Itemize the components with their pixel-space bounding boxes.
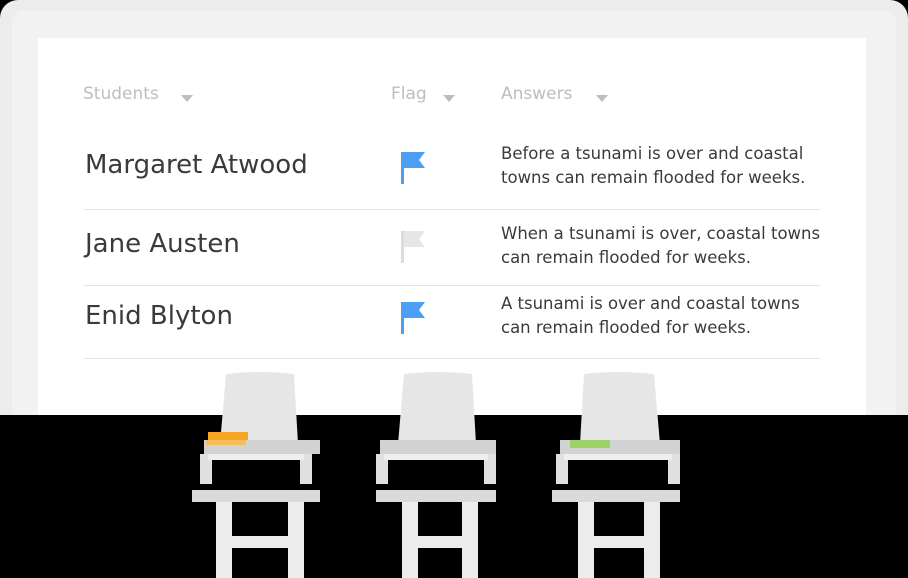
answer-line: Before a tsunami is over and coastal <box>501 144 804 163</box>
flag-outline-icon[interactable] <box>399 229 427 263</box>
answer-line: A tsunami is over and coastal towns <box>501 294 800 313</box>
student-answer: When a tsunami is over, coastal towns ca… <box>501 222 831 270</box>
students-column-header[interactable]: Students <box>83 84 193 104</box>
flag-header-label: Flag <box>391 84 427 104</box>
answer-line: can remain flooded for weeks. <box>501 248 751 267</box>
flag-icon[interactable] <box>399 150 427 184</box>
answer-line: can remain flooded for weeks. <box>501 318 751 337</box>
student-name[interactable]: Enid Blyton <box>85 301 233 331</box>
answers-header-label: Answers <box>501 84 573 104</box>
chevron-down-icon[interactable] <box>442 94 455 102</box>
students-header-label: Students <box>83 84 159 104</box>
student-name[interactable]: Margaret Atwood <box>85 150 308 180</box>
row-divider <box>84 209 820 210</box>
student-answer: A tsunami is over and coastal towns can … <box>501 292 831 340</box>
flag-icon[interactable] <box>399 300 427 334</box>
school-desk-chair-illustration <box>552 372 680 578</box>
student-answer: Before a tsunami is over and coastal tow… <box>501 142 831 190</box>
school-desk-chair-illustration <box>192 372 320 578</box>
student-name[interactable]: Jane Austen <box>85 229 240 259</box>
answers-column-header[interactable]: Answers <box>501 84 609 104</box>
row-divider <box>84 358 820 359</box>
chevron-down-icon[interactable] <box>596 94 609 102</box>
row-divider <box>84 285 820 286</box>
answer-line: When a tsunami is over, coastal towns <box>501 224 821 243</box>
school-desk-chair-illustration <box>376 372 496 578</box>
device-frame: Students Flag Answers Margaret Atwood Be… <box>0 0 908 415</box>
flag-column-header[interactable]: Flag <box>391 84 455 104</box>
answer-line: towns can remain flooded for weeks. <box>501 168 806 187</box>
chevron-down-icon[interactable] <box>180 94 193 102</box>
